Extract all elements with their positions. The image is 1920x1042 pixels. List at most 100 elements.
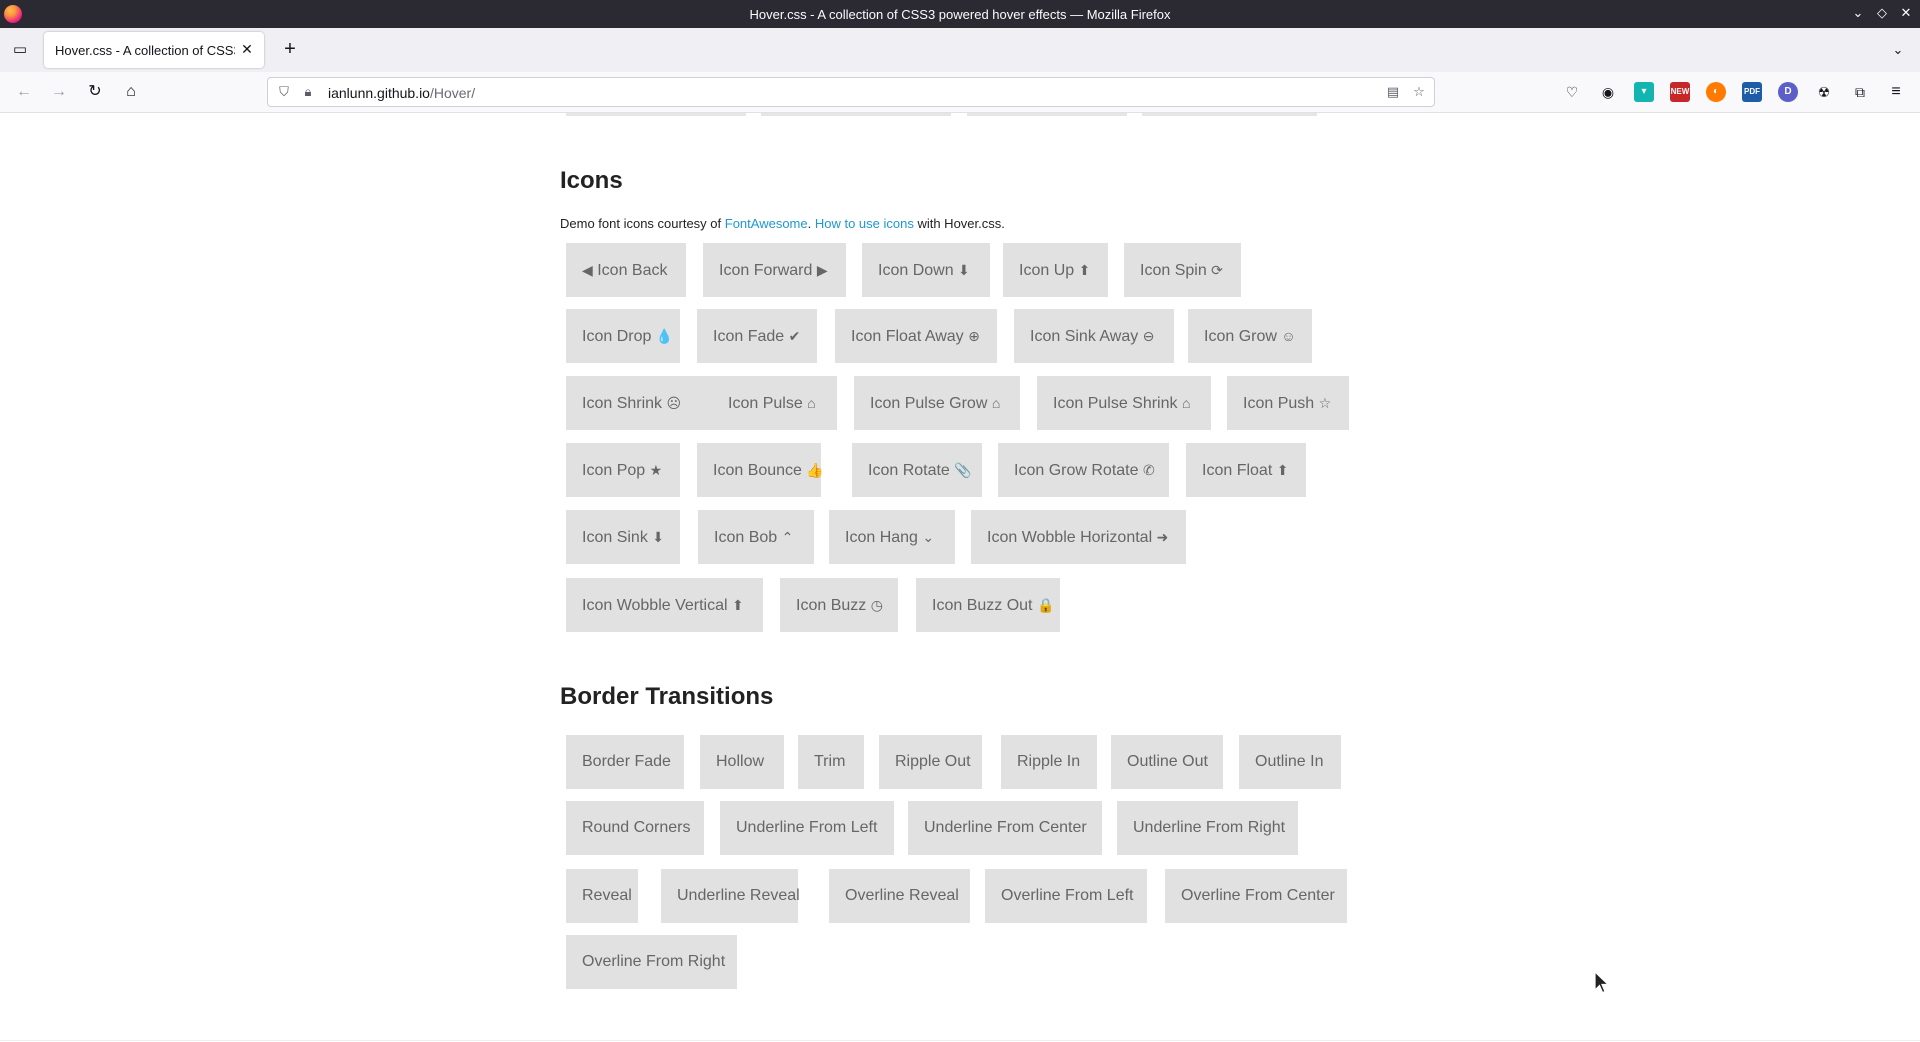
underline-from-right-button[interactable]: Underline From Right: [1117, 801, 1298, 855]
arrow-up-icon: ⬆: [732, 597, 744, 613]
icon-hang-button[interactable]: Icon Hang ⌄: [829, 510, 955, 564]
button-label: Icon Wobble Horizontal: [987, 529, 1153, 546]
icon-pulse-grow-button[interactable]: Icon Pulse Grow ⌂: [854, 376, 1020, 430]
shield-icon[interactable]: ⛉: [276, 84, 292, 100]
icon-wobble-horizontal-button[interactable]: Icon Wobble Horizontal ➜: [971, 510, 1186, 564]
button-label: Icon Spin: [1140, 262, 1207, 279]
icon-float-away-button[interactable]: Icon Float Away ⊕: [835, 309, 997, 363]
arrow-circle-up-icon: ⬆: [1078, 262, 1091, 278]
address-bar[interactable]: ⛉ 🔒︎ ianlunn.github.io/Hover/ ▤ ☆: [267, 77, 1435, 107]
reveal-button[interactable]: Reveal: [566, 869, 638, 923]
close-window-icon[interactable]: ✕: [1896, 3, 1916, 23]
forward-button[interactable]: →: [47, 80, 71, 104]
ripple-out-button[interactable]: Ripple Out: [879, 735, 982, 789]
button-label: Icon Hang: [845, 529, 918, 546]
button-label: Icon Sink Away: [1030, 328, 1139, 345]
underline-from-left-button[interactable]: Underline From Left: [720, 801, 894, 855]
partial-button: [566, 113, 746, 116]
icon-rotate-button[interactable]: Icon Rotate 📎: [852, 443, 982, 497]
pocket-icon[interactable]: ♡: [1560, 80, 1584, 104]
button-label: Icon Pulse Grow: [870, 395, 988, 412]
new-tab-button[interactable]: +: [279, 38, 301, 60]
account-icon[interactable]: ◉: [1596, 80, 1620, 104]
button-label: Icon Grow: [1204, 328, 1277, 345]
chevron-circle-right-icon: ▶: [816, 262, 828, 278]
how-to-use-icons-link[interactable]: How to use icons: [815, 216, 914, 231]
outline-out-button[interactable]: Outline Out: [1111, 735, 1223, 789]
round-corners-button[interactable]: Round Corners: [566, 801, 704, 855]
icon-spin-button[interactable]: Icon Spin ⟳: [1124, 243, 1241, 297]
icon-drop-button[interactable]: Icon Drop 💧: [566, 309, 680, 363]
extension-save-icon[interactable]: ▾: [1634, 82, 1654, 102]
mouse-cursor-icon: [1594, 971, 1610, 994]
back-button[interactable]: ←: [12, 80, 36, 104]
paperclip-icon: 📎: [954, 462, 972, 478]
outline-in-button[interactable]: Outline In: [1239, 735, 1341, 789]
icon-push-button[interactable]: Icon Push ☆: [1227, 376, 1349, 430]
maximize-icon[interactable]: ◇: [1872, 3, 1892, 23]
tab-hover-css[interactable]: Hover.css - A collection of CSS3 powered…: [44, 32, 264, 68]
icon-buzz-out-button[interactable]: Icon Buzz Out 🔒: [916, 578, 1060, 632]
icon-buzz-button[interactable]: Icon Buzz ◷: [780, 578, 898, 632]
extension-radiation-icon[interactable]: ☢: [1812, 80, 1836, 104]
extension-orange-icon[interactable]: ◐: [1706, 82, 1726, 102]
icon-pulse-button[interactable]: Icon Pulse ⌂: [712, 376, 837, 430]
icons-section-title: Icons: [560, 167, 623, 194]
button-label: Icon Bob: [714, 529, 778, 546]
icon-bob-button[interactable]: Icon Bob ⌃: [698, 510, 814, 564]
icon-grow-button[interactable]: Icon Grow ☺: [1188, 309, 1312, 363]
extension-d-icon[interactable]: D: [1778, 82, 1798, 102]
ripple-in-button[interactable]: Ripple In: [1001, 735, 1097, 789]
button-label: Overline From Right: [582, 953, 726, 970]
icon-sink-away-button[interactable]: Icon Sink Away ⊖: [1014, 309, 1174, 363]
close-tab-icon[interactable]: ✕: [238, 40, 256, 58]
overline-from-left-button[interactable]: Overline From Left: [985, 869, 1147, 923]
firefox-view-icon[interactable]: ▭: [10, 40, 30, 60]
fontawesome-link[interactable]: FontAwesome: [725, 216, 808, 231]
extensions-puzzle-icon[interactable]: ⧉: [1848, 80, 1872, 104]
icon-forward-button[interactable]: Icon Forward ▶: [703, 243, 846, 297]
chevron-down-icon: ⌄: [922, 529, 935, 545]
icon-up-button[interactable]: Icon Up ⬆: [1003, 243, 1108, 297]
icon-sink-button[interactable]: Icon Sink ⬇: [566, 510, 680, 564]
bookmark-star-icon[interactable]: ☆: [1411, 84, 1427, 100]
button-label: Icon Bounce: [713, 462, 802, 479]
button-label: Icon Shrink: [582, 395, 663, 412]
button-label: Icon Down: [878, 262, 954, 279]
underline-reveal-button[interactable]: Underline Reveal: [661, 869, 800, 923]
icon-fade-button[interactable]: Icon Fade ✔: [697, 309, 817, 363]
home-icon: ⌂: [1181, 395, 1191, 411]
home-button[interactable]: ⌂: [119, 80, 143, 104]
overline-reveal-button[interactable]: Overline Reveal: [829, 869, 970, 923]
icon-bounce-button[interactable]: Icon Bounce 👍: [697, 443, 824, 497]
extension-pdf-icon[interactable]: PDF: [1742, 82, 1762, 102]
icon-float-button[interactable]: Icon Float ⬆: [1186, 443, 1306, 497]
icon-pulse-shrink-button[interactable]: Icon Pulse Shrink ⌂: [1037, 376, 1211, 430]
icon-back-button[interactable]: ◀ Icon Back: [566, 243, 686, 297]
icon-grow-rotate-button[interactable]: Icon Grow Rotate ✆: [998, 443, 1169, 497]
plus-circle-icon: ⊕: [968, 328, 980, 344]
button-label: Overline From Center: [1181, 887, 1335, 904]
extension-new-icon[interactable]: NEW: [1670, 82, 1690, 102]
lock-icon[interactable]: 🔒︎: [300, 84, 316, 100]
overline-from-right-button[interactable]: Overline From Right: [566, 935, 737, 989]
button-label: Icon Push: [1243, 395, 1315, 412]
partial-button: [1142, 113, 1317, 116]
button-label: Icon Back: [597, 262, 668, 279]
reload-button[interactable]: ↻: [83, 80, 107, 104]
hollow-button[interactable]: Hollow: [700, 735, 784, 789]
underline-from-center-button[interactable]: Underline From Center: [908, 801, 1102, 855]
url-text[interactable]: ianlunn.github.io/Hover/: [328, 85, 475, 101]
icon-shrink-button[interactable]: Icon Shrink ☹: [566, 376, 712, 430]
icon-wobble-vertical-button[interactable]: Icon Wobble Vertical ⬆: [566, 578, 763, 632]
minimize-icon[interactable]: ⌄: [1848, 3, 1868, 23]
trim-button[interactable]: Trim: [798, 735, 864, 789]
reader-view-icon[interactable]: ▤: [1385, 84, 1401, 100]
overline-from-center-button[interactable]: Overline From Center: [1165, 869, 1347, 923]
divider: [0, 1040, 1920, 1041]
app-menu-icon[interactable]: ≡: [1884, 80, 1908, 104]
icon-pop-button[interactable]: Icon Pop ★: [566, 443, 680, 497]
list-all-tabs-icon[interactable]: ⌄: [1888, 40, 1908, 60]
border-fade-button[interactable]: Border Fade: [566, 735, 684, 789]
icon-down-button[interactable]: Icon Down ⬇: [862, 243, 990, 297]
